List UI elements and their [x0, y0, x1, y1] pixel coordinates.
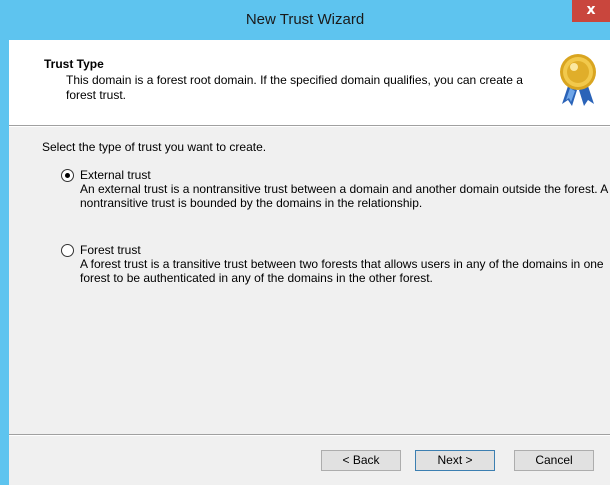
- page-description: This domain is a forest root domain. If …: [66, 73, 523, 102]
- dialog-client-area: Trust Type This domain is a forest root …: [9, 40, 610, 485]
- back-button[interactable]: < Back: [321, 450, 401, 471]
- title-bar[interactable]: New Trust Wizard x: [0, 0, 610, 40]
- forest-trust-label[interactable]: Forest trust: [80, 243, 141, 257]
- wizard-header: Trust Type This domain is a forest root …: [9, 40, 610, 125]
- cancel-button[interactable]: Cancel: [514, 450, 594, 471]
- external-trust-label[interactable]: External trust: [80, 168, 151, 182]
- external-trust-radio[interactable]: [61, 169, 74, 182]
- trust-type-prompt: Select the type of trust you want to cre…: [42, 140, 267, 154]
- award-medal-icon: [560, 54, 596, 106]
- external-trust-description: An external trust is a nontransitive tru…: [80, 182, 608, 210]
- next-button[interactable]: Next >: [415, 450, 495, 471]
- wizard-window: New Trust Wizard x Trust Type This domai…: [0, 0, 610, 485]
- header-divider: [9, 125, 610, 127]
- close-icon: x: [586, 2, 596, 18]
- close-button[interactable]: x: [572, 0, 610, 22]
- page-title: Trust Type: [44, 57, 104, 71]
- forest-trust-radio[interactable]: [61, 244, 74, 257]
- footer-divider: [9, 434, 610, 436]
- window-title: New Trust Wizard: [245, 11, 365, 28]
- forest-trust-description: A forest trust is a transitive trust bet…: [80, 257, 604, 285]
